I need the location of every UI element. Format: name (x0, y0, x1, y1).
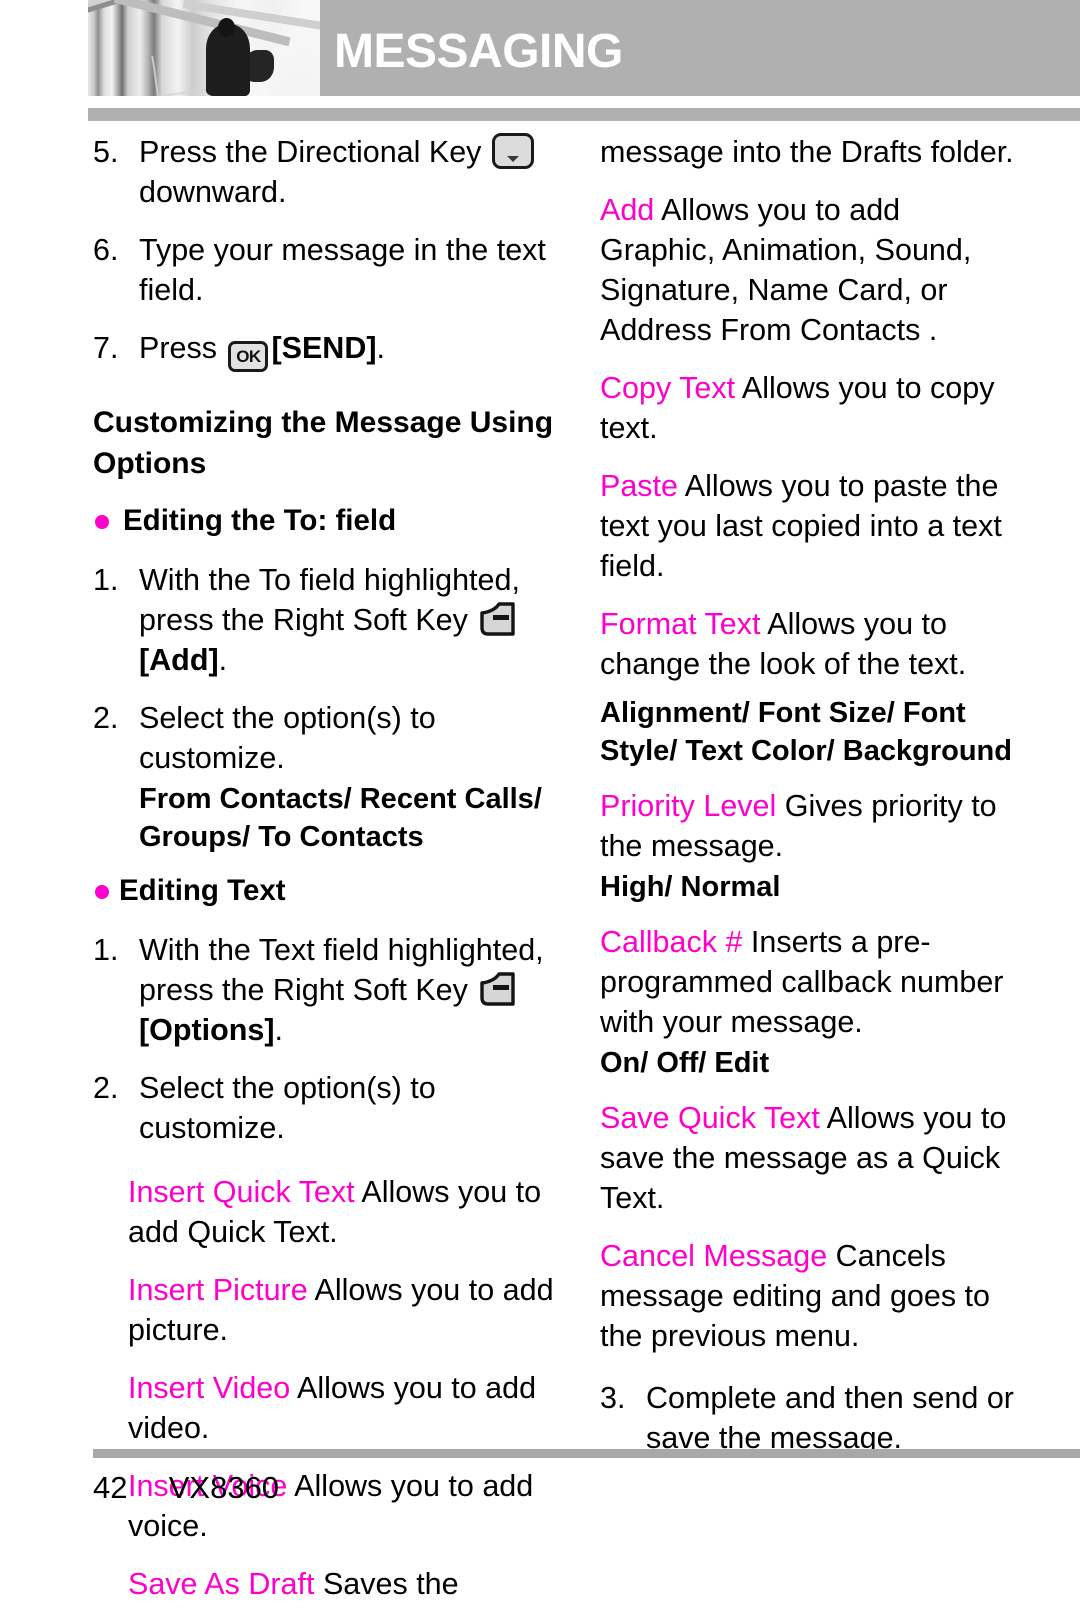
list-number: 3. (600, 1381, 626, 1415)
list-number: 2. (93, 1071, 119, 1105)
option-values-priority: High/ Normal (600, 871, 781, 903)
bullet-dot-icon (95, 885, 109, 899)
page-header: MESSAGING (0, 0, 1080, 96)
footer-rule (93, 1449, 1080, 1458)
list-text: Select the option(s) to customize. (139, 701, 436, 775)
option-values-callback: On/ Off/ Edit (600, 1047, 770, 1079)
option-description: Allows you to add Graphic, Animation, So… (600, 193, 972, 347)
option-entry: Paste Allows you to paste the text you l… (600, 466, 1020, 586)
option-entry: Insert Quick Text Allows you to add Quic… (128, 1172, 563, 1252)
option-name: Cancel Message (600, 1239, 828, 1273)
list-item: 6. Type your message in the text field. (93, 230, 563, 310)
page-title: MESSAGING (334, 25, 623, 78)
continuation-text: message into the Drafts folder. (600, 135, 1014, 169)
footer: 42 VX8360 (93, 1468, 279, 1508)
option-entry: Save Quick Text Allows you to save the m… (600, 1098, 1020, 1218)
option-entry: Copy Text Allows you to copy text. (600, 368, 1020, 448)
list-item: 1. With the Text field highlighted, press… (93, 930, 563, 1050)
list-number: 7. (93, 331, 119, 365)
bullet-dot-icon (95, 515, 109, 529)
option-name: Save As Draft (128, 1567, 315, 1601)
option-name: Callback # (600, 925, 743, 959)
subsection-heading-editing-to-field: Editing the To: field (93, 502, 563, 540)
list-text: Type your message in the text field. (139, 233, 546, 307)
option-description: Saves the (322, 1567, 459, 1601)
soft-key-label: [Add] (139, 643, 219, 677)
list-text: Select the option(s) to customize. (139, 1071, 436, 1145)
option-name: Insert Quick Text (128, 1175, 355, 1209)
option-entry: Add Allows you to add Graphic, Animation… (600, 190, 1020, 350)
option-entry: Save As Draft Saves the (128, 1564, 563, 1604)
period: . (274, 1013, 284, 1047)
soft-key-label: [Options] (139, 1013, 275, 1047)
model-name: VX8360 (168, 1470, 280, 1505)
manual-page: { "page": { "header_title": "MESSAGING",… (0, 0, 1080, 1601)
ok-key-icon: OK (228, 341, 269, 372)
section-heading: Customizing the Message Using Options (93, 406, 554, 480)
right-soft-key-icon (478, 971, 518, 1009)
list-number: 6. (93, 233, 119, 267)
header-photo (88, 0, 320, 96)
list-item: 2. Select the option(s) to customize. (93, 1068, 563, 1148)
header-rule (88, 108, 1080, 121)
list-text: Press (139, 331, 217, 365)
option-name: Copy Text (600, 371, 736, 405)
list-number: 1. (93, 933, 119, 967)
option-entry: Callback # Inserts a pre-programmed call… (600, 922, 1020, 1042)
option-values: From Contacts/ Recent Calls/ Groups/ To … (139, 783, 542, 853)
list-item: 7. Press OK [SEND]. (93, 328, 563, 372)
list-item: 1. With the To field highlighted, press t… (93, 560, 563, 680)
period: . (376, 331, 385, 365)
option-entry: Insert Picture Allows you to add picture… (128, 1270, 563, 1350)
list-number: 1. (93, 563, 119, 597)
right-column: message into the Drafts folder. Add Allo… (600, 132, 1020, 1476)
option-name: Priority Level (600, 789, 777, 823)
option-name: Add (600, 193, 655, 227)
list-text: With the To field highlighted, press the… (139, 563, 520, 637)
directional-key-down-icon (491, 133, 534, 169)
soft-key-label: [SEND] (271, 331, 377, 365)
option-name: Paste (600, 469, 678, 503)
list-number: 2. (93, 701, 119, 735)
list-text-cont: downward. (139, 175, 287, 209)
option-values-format-text: Alignment/ Font Size/ Font Style/ Text C… (600, 697, 1012, 767)
left-column: 5. Press the Directional Key downward. 6.… (93, 132, 563, 1622)
subsection-heading-editing-text: Editing Text (93, 872, 563, 910)
option-name: Insert Video (128, 1371, 291, 1405)
list-item: 2. Select the option(s) to customize. Fro… (93, 698, 563, 856)
option-entry: Cancel Message Cancels message editing a… (600, 1236, 1020, 1356)
option-name: Save Quick Text (600, 1101, 820, 1135)
option-entry: Priority Level Gives priority to the mes… (600, 786, 1020, 866)
list-item: 5. Press the Directional Key downward. (93, 132, 563, 212)
subsection-label: Editing the To: field (123, 504, 397, 537)
option-name: Insert Picture (128, 1273, 308, 1307)
list-number: 5. (93, 135, 119, 169)
subsection-label: Editing Text (119, 874, 286, 907)
option-entry: Insert Video Allows you to add video. (128, 1368, 563, 1448)
option-name: Format Text (600, 607, 761, 641)
list-text: Complete and then send or save the messa… (646, 1381, 1014, 1455)
page-number: 42 (93, 1470, 128, 1505)
list-text: Press the Directional Key (139, 135, 482, 169)
option-entry: Format Text Allows you to change the loo… (600, 604, 1020, 684)
list-item: 3. Complete and then send or save the mes… (600, 1378, 1020, 1458)
period: . (218, 643, 228, 677)
right-soft-key-icon (478, 601, 518, 639)
